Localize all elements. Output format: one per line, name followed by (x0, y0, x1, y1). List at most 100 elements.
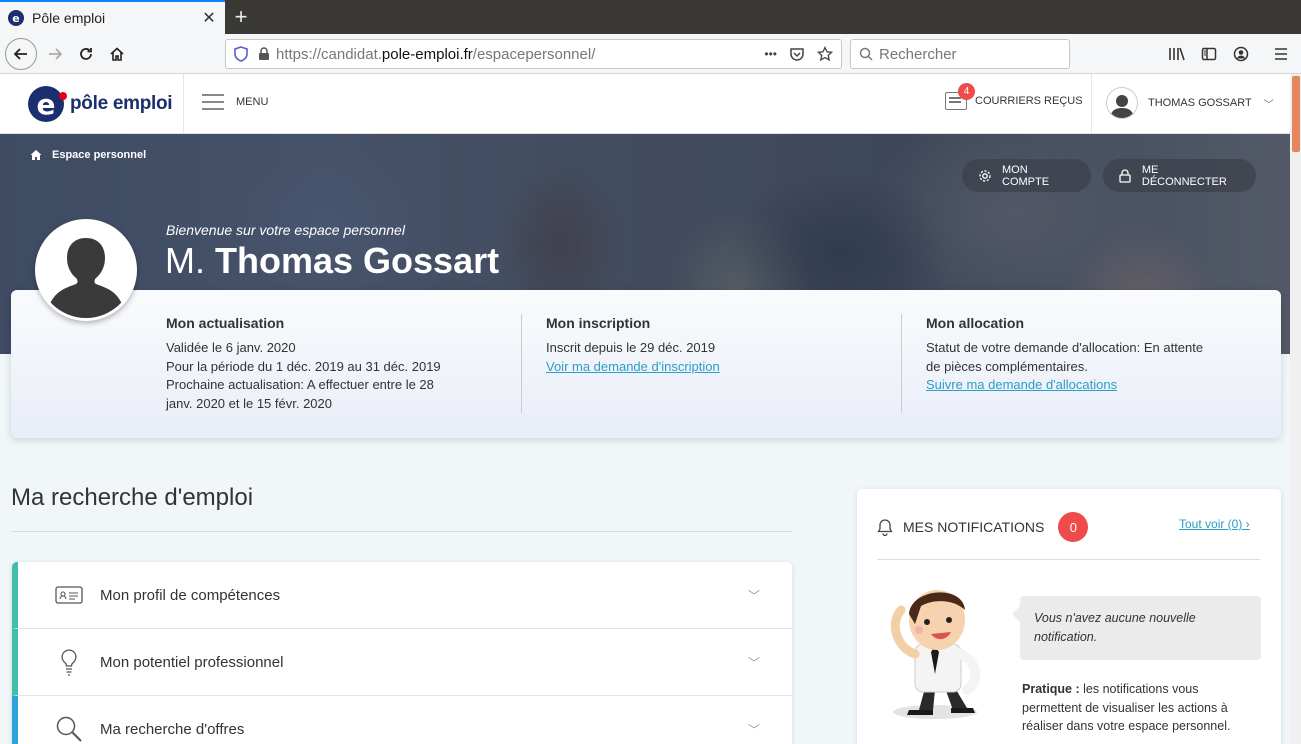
site-header: e pôle emploi MENU 4 COURRIERS REÇUS THO… (0, 74, 1290, 134)
url-prefix: https://candidat. (276, 45, 382, 63)
home-icon (30, 150, 42, 160)
notifications-title: MES NOTIFICATIONS (903, 519, 1045, 535)
sidebar-icon (1201, 47, 1217, 61)
browser-tab-bar: e Pôle emploi ✕ + (0, 0, 1301, 34)
chevron-down-icon: ﹀ (747, 722, 760, 737)
job-search-accordion: Mon profil de compétences ﹀ Mon potentie… (12, 562, 792, 744)
accordion-item-offres[interactable]: Ma recherche d'offres ﹀ (12, 696, 792, 744)
see-all-link[interactable]: Tout voir (0) › (1179, 517, 1250, 531)
my-account-label: MON COMPTE (1002, 163, 1050, 188)
logout-label: ME DÉCONNECTER (1141, 163, 1227, 188)
notifications-divider (877, 559, 1260, 560)
gear-icon (978, 169, 992, 183)
notifications-header: MES NOTIFICATIONS 0 (877, 512, 1089, 542)
sidebar-button[interactable] (1194, 39, 1224, 69)
search-icon (52, 714, 86, 744)
mail-label: COURRIERS REÇUS (975, 95, 1083, 107)
actualisation-period: Pour la période du 1 déc. 2019 au 31 déc… (166, 358, 441, 374)
lock-icon[interactable] (258, 47, 270, 61)
user-silhouette-icon (46, 238, 126, 318)
mail-icon: 4 (945, 83, 975, 110)
hamburger-icon (202, 94, 224, 110)
summary-divider (901, 314, 902, 413)
page-actions-icon[interactable]: ••• (764, 47, 777, 61)
summary-divider (521, 314, 522, 413)
menu-label: MENU (236, 96, 269, 108)
avatar (1106, 87, 1138, 119)
new-tab-button[interactable]: + (230, 4, 252, 30)
page-scrollbar[interactable] (1290, 74, 1301, 744)
summary-card: Mon actualisation Validée le 6 janv. 202… (11, 290, 1281, 438)
home-button[interactable] (102, 39, 132, 69)
back-button[interactable] (5, 38, 37, 70)
padlock-icon (1119, 168, 1132, 183)
inscription-title: Mon inscription (546, 315, 651, 331)
forward-button[interactable] (40, 39, 70, 69)
address-bar[interactable]: https://candidat.pole-emploi.fr/espacepe… (225, 39, 842, 69)
bookmark-star-icon[interactable] (817, 46, 833, 62)
logout-button[interactable]: ME DÉCONNECTER (1103, 159, 1256, 192)
inscription-section: Mon inscription Inscrit depuis le 29 déc… (546, 315, 866, 376)
actualisation-title: Mon actualisation (166, 315, 285, 331)
actualisation-next: Prochaine actualisation: A effectuer ent… (166, 377, 434, 392)
inscription-date: Inscrit depuis le 29 déc. 2019 (546, 340, 716, 355)
arrow-left-icon (13, 48, 27, 60)
menu-button[interactable]: MENU (202, 94, 268, 110)
tip-label: Pratique : (1022, 682, 1080, 696)
allocation-link[interactable]: Suivre ma demande d'allocations (926, 377, 1117, 392)
browser-toolbar: https://candidat.pole-emploi.fr/espacepe… (0, 34, 1301, 74)
actualisation-next-dates: janv. 2020 et le 15 févr. 2020 (166, 395, 332, 411)
app-menu-button[interactable] (1266, 39, 1296, 69)
empty-notification-message: Vous n'avez aucune nouvelle notification… (1012, 596, 1261, 660)
user-full-name: Thomas Gossart (215, 240, 500, 281)
reload-icon (80, 48, 92, 60)
logo-mark: e (28, 86, 67, 122)
my-account-button[interactable]: MON COMPTE (962, 159, 1091, 192)
search-bar[interactable] (850, 39, 1070, 69)
mail-count-badge: 4 (958, 83, 975, 100)
allocation-status-cont: de pièces complémentaires. (926, 358, 1088, 374)
url-text[interactable]: https://candidat.pole-emploi.fr/espacepe… (276, 46, 764, 63)
hamburger-icon (1275, 48, 1287, 60)
mascot-illustration (890, 590, 981, 719)
url-domain: pole-emploi.fr (381, 45, 473, 63)
pocket-icon[interactable] (789, 46, 805, 62)
breadcrumb[interactable]: Espace personnel (30, 149, 146, 161)
accordion-item-potentiel[interactable]: Mon potentiel professionnel ﹀ (12, 629, 792, 696)
accordion-item-competences[interactable]: Mon profil de compétences ﹀ (12, 562, 792, 629)
account-icon (1233, 46, 1249, 62)
mail-button[interactable]: 4 COURRIERS REÇUS (945, 83, 1083, 110)
allocation-status: Statut de votre demande d'allocation: En… (926, 340, 1204, 355)
welcome-text: Bienvenue sur votre espace personnel (166, 222, 405, 238)
scrollbar-thumb[interactable] (1292, 76, 1300, 152)
profile-avatar[interactable] (35, 219, 137, 321)
chevron-down-icon: ﹀ (1263, 99, 1274, 111)
search-input[interactable] (879, 45, 1059, 63)
notifications-count-badge: 0 (1058, 512, 1089, 542)
actualisation-validated: Validée le 6 janv. 2020 (166, 340, 296, 355)
accordion-label: Mon profil de compétences (100, 586, 281, 604)
page-title: M. Thomas Gossart (165, 240, 499, 282)
user-silhouette-icon (1110, 95, 1134, 118)
accordion-label: Ma recherche d'offres (100, 720, 245, 738)
library-icon (1169, 47, 1185, 61)
section-title: Ma recherche d'emploi (11, 484, 254, 511)
arrow-right-icon (49, 48, 63, 60)
reload-button[interactable] (71, 39, 101, 69)
close-tab-icon[interactable]: ✕ (199, 8, 219, 28)
breadcrumb-label: Espace personnel (52, 149, 147, 161)
user-menu-button[interactable]: THOMAS GOSSART ﹀ (1106, 87, 1274, 119)
civility: M. (165, 240, 205, 281)
header-divider (183, 74, 184, 134)
account-button[interactable] (1226, 39, 1256, 69)
library-button[interactable] (1162, 39, 1192, 69)
section-divider (11, 531, 792, 532)
pole-emploi-logo[interactable]: e pôle emploi (28, 86, 173, 122)
bell-icon (877, 519, 893, 536)
actualisation-section: Mon actualisation Validée le 6 janv. 202… (166, 315, 486, 413)
search-icon (859, 47, 873, 61)
shield-icon[interactable] (234, 46, 248, 62)
inscription-link[interactable]: Voir ma demande d'inscription (546, 359, 720, 374)
favicon-icon: e (8, 10, 24, 26)
browser-tab[interactable]: e Pôle emploi ✕ (0, 0, 225, 34)
